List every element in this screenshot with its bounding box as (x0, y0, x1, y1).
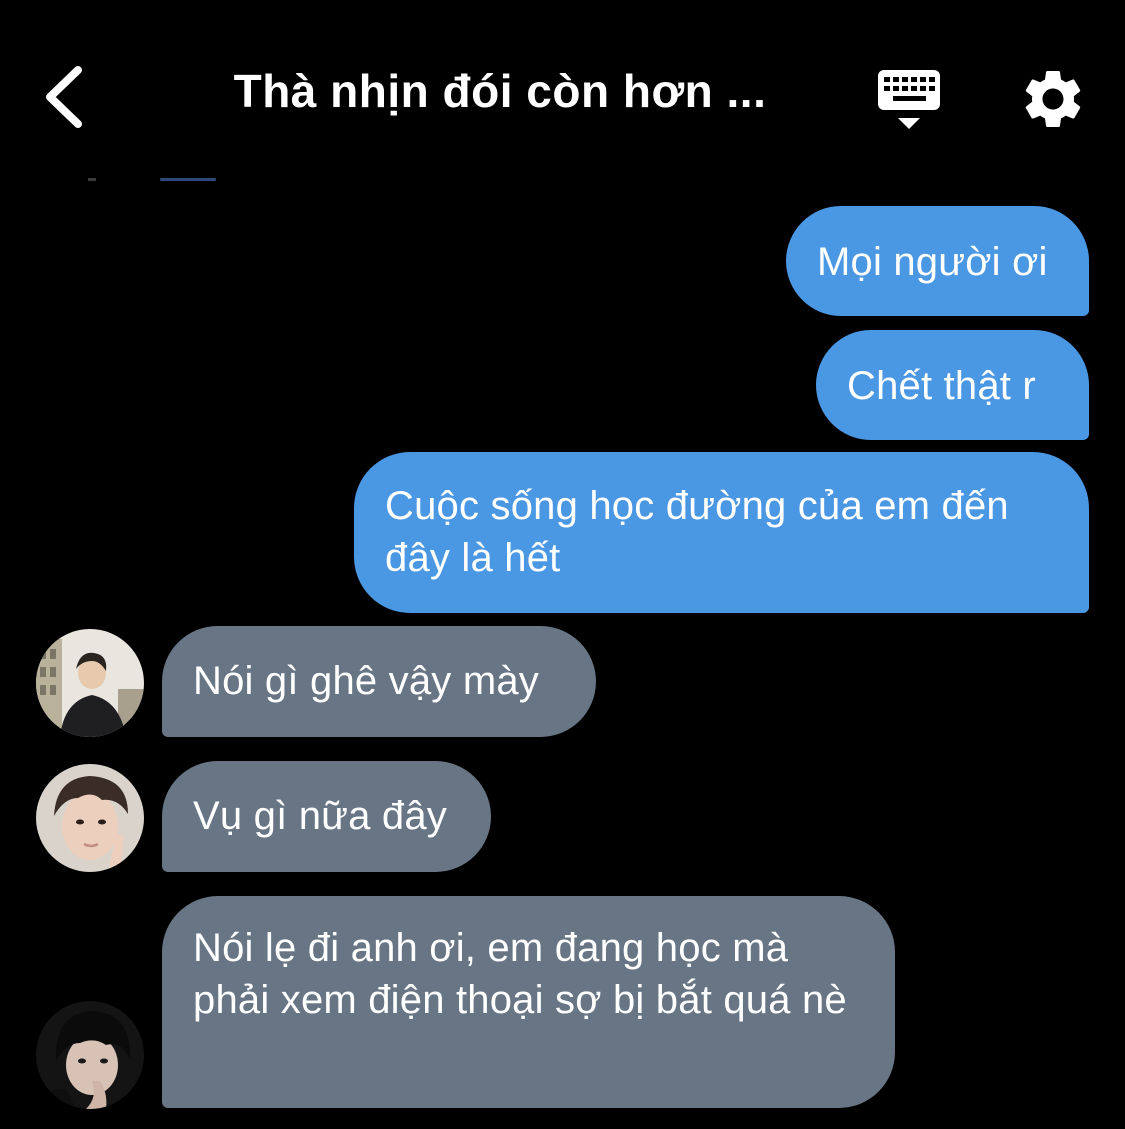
incoming-message[interactable]: Nói lẹ đi anh ơi, em đang học mà phải xe… (162, 896, 895, 1108)
gear-icon (1025, 70, 1081, 127)
avatar-photo (36, 629, 144, 737)
divider (160, 178, 216, 181)
avatar[interactable] (36, 764, 144, 872)
outgoing-message[interactable]: Mọi người ơi (786, 206, 1089, 316)
avatar-photo (36, 1001, 144, 1109)
incoming-message[interactable]: Vụ gì nữa đây (162, 761, 491, 872)
chevron-left-icon (46, 66, 82, 128)
back-button[interactable] (30, 58, 110, 138)
keyboard-toggle-button[interactable] (872, 64, 946, 136)
outgoing-message[interactable]: Cuộc sống học đường của em đến đây là hế… (354, 452, 1089, 613)
chat-title[interactable]: Thà nhịn đói còn hơn ... (190, 64, 810, 118)
divider (88, 178, 96, 181)
keyboard-hide-icon (878, 70, 940, 129)
chat-header: Thà nhịn đói còn hơn ... (0, 0, 1125, 190)
outgoing-message[interactable]: Chết thật r (816, 330, 1089, 440)
avatar[interactable] (36, 1001, 144, 1109)
settings-button[interactable] (1018, 64, 1088, 134)
avatar-photo (36, 764, 144, 872)
incoming-message[interactable]: Nói gì ghê vậy mày (162, 626, 596, 737)
avatar[interactable] (36, 629, 144, 737)
